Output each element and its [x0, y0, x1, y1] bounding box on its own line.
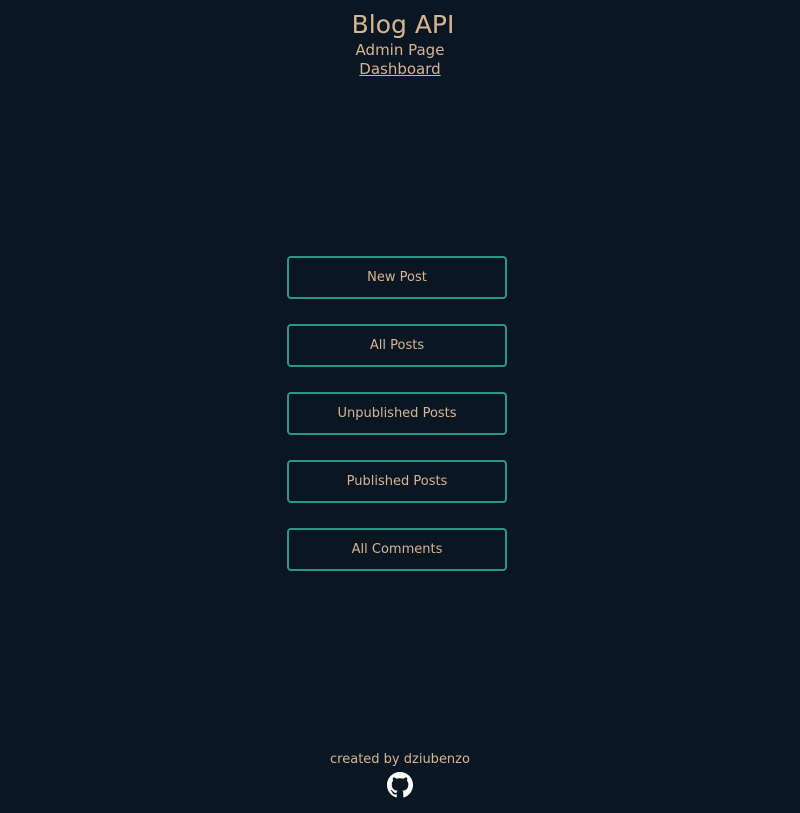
published-posts-button[interactable]: Published Posts — [287, 460, 507, 503]
github-icon — [387, 772, 413, 798]
all-comments-button[interactable]: All Comments — [287, 528, 507, 571]
unpublished-posts-button[interactable]: Unpublished Posts — [287, 392, 507, 435]
page-header: Blog API Admin Page Dashboard — [0, 10, 800, 79]
dashboard-link[interactable]: Dashboard — [359, 60, 440, 79]
admin-menu: New Post All Posts Unpublished Posts Pub… — [287, 256, 507, 596]
all-posts-button[interactable]: All Posts — [287, 324, 507, 367]
page-footer: created by dziubenzo — [0, 751, 800, 802]
github-link[interactable] — [387, 772, 413, 798]
page-subtitle: Admin Page — [355, 41, 445, 59]
new-post-button[interactable]: New Post — [287, 256, 507, 299]
page-title: Blog API — [351, 10, 455, 39]
footer-credit: created by dziubenzo — [330, 752, 470, 767]
